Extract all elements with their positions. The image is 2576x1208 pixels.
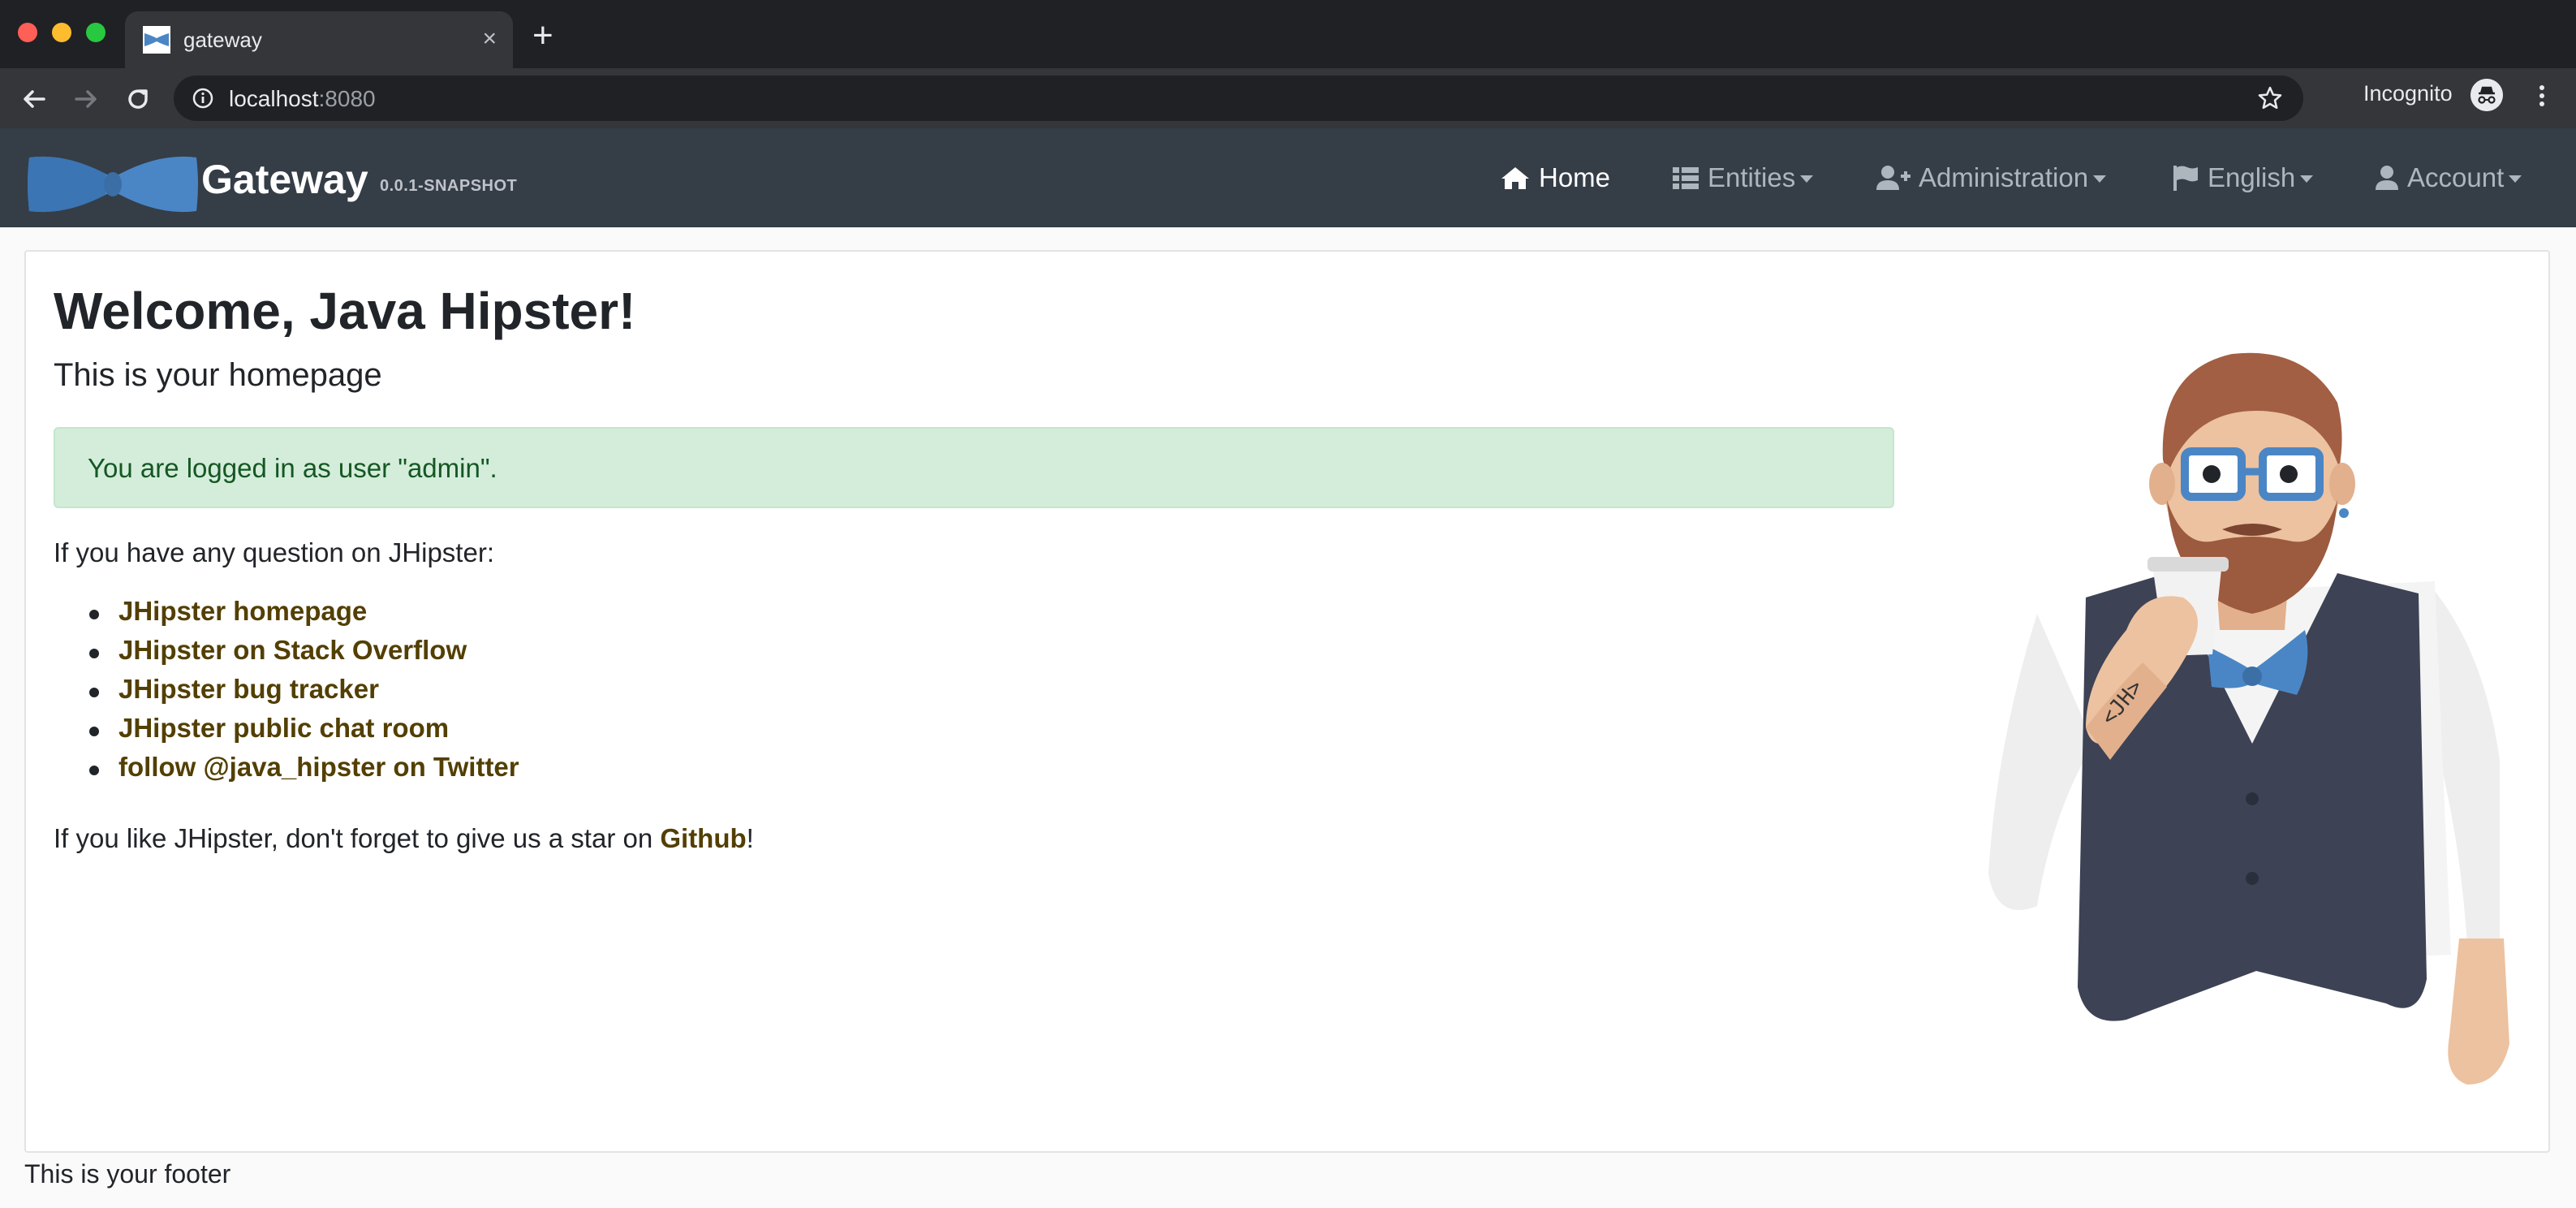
nav-language-label: English xyxy=(2208,162,2296,192)
window-close-button[interactable] xyxy=(18,23,37,42)
bowtie-logo-icon[interactable] xyxy=(24,146,201,222)
page-title: Welcome, Java Hipster! xyxy=(54,282,636,340)
github-star-text: If you like JHipster, don't forget to gi… xyxy=(54,823,754,854)
forward-arrow-icon[interactable] xyxy=(70,83,102,115)
user-plus-icon xyxy=(1876,166,1910,190)
th-list-icon xyxy=(1673,167,1699,189)
browser-toolbar: localhost:8080 xyxy=(0,68,2576,128)
url-port: :8080 xyxy=(318,86,376,111)
tab-title: gateway xyxy=(183,28,262,52)
login-alert: You are logged in as user "admin". xyxy=(54,427,1894,508)
browser-tabstrip: gateway × + xyxy=(0,0,2576,68)
back-arrow-icon[interactable] xyxy=(18,83,50,115)
chevron-down-icon xyxy=(2300,175,2314,183)
window-minimize-button[interactable] xyxy=(52,23,71,42)
login-alert-text: You are logged in as user "admin". xyxy=(88,453,498,483)
incognito-label: Incognito xyxy=(2363,81,2453,106)
home-icon xyxy=(1501,167,1529,189)
browser-tab[interactable]: gateway × xyxy=(125,11,513,68)
page-subtitle: This is your homepage xyxy=(54,357,382,393)
nav-account[interactable]: Account xyxy=(2375,159,2522,196)
nav-entities[interactable]: Entities xyxy=(1672,159,1814,196)
link-jhipster-homepage[interactable]: JHipster homepage xyxy=(54,596,519,635)
nav-administration[interactable]: Administration xyxy=(1876,159,2107,196)
nav-administration-label: Administration xyxy=(1919,162,2089,192)
bookmark-star-icon[interactable] xyxy=(2256,84,2284,112)
nav-account-label: Account xyxy=(2407,162,2505,192)
link-bug-tracker[interactable]: JHipster bug tracker xyxy=(54,674,519,713)
incognito-icon[interactable] xyxy=(2470,79,2503,111)
tab-close-icon[interactable]: × xyxy=(482,26,497,52)
link-twitter[interactable]: follow @java_hipster on Twitter xyxy=(54,752,519,791)
new-tab-button[interactable]: + xyxy=(532,16,554,55)
bowtie-favicon-icon xyxy=(143,26,170,54)
browser-menu-icon[interactable] xyxy=(2532,81,2552,110)
reload-icon[interactable] xyxy=(122,83,154,115)
link-chat-room[interactable]: JHipster public chat room xyxy=(54,713,519,752)
info-icon[interactable] xyxy=(192,87,214,110)
flag-icon xyxy=(2173,166,2198,191)
user-icon xyxy=(2376,166,2398,190)
brand-version: 0.0.1-SNAPSHOT xyxy=(380,177,518,195)
question-text: If you have any question on JHipster: xyxy=(54,537,494,567)
chevron-down-icon xyxy=(2093,175,2107,183)
hipster-mascot-illustration: <JH> xyxy=(1988,352,2509,1085)
app-navbar: Gateway 0.0.1-SNAPSHOT Home Entities Adm… xyxy=(0,128,2576,227)
chevron-down-icon xyxy=(1800,175,1814,183)
home-card: Welcome, Java Hipster! This is your home… xyxy=(24,250,2550,1153)
nav-home-label: Home xyxy=(1539,162,1611,192)
brand-title[interactable]: Gateway xyxy=(201,156,368,203)
link-stack-overflow[interactable]: JHipster on Stack Overflow xyxy=(54,635,519,674)
github-star-prefix: If you like JHipster, don't forget to gi… xyxy=(54,823,661,853)
nav-entities-label: Entities xyxy=(1708,162,1796,192)
chevron-down-icon xyxy=(2509,175,2522,183)
address-bar[interactable]: localhost:8080 xyxy=(174,76,2303,121)
url-text: localhost:8080 xyxy=(229,86,376,112)
footer-text: This is your footer xyxy=(24,1159,231,1189)
nav-home[interactable]: Home xyxy=(1500,159,1610,196)
github-link[interactable]: Github xyxy=(660,823,746,853)
nav-language[interactable]: English xyxy=(2172,159,2314,196)
url-host: localhost xyxy=(229,86,319,111)
github-star-suffix: ! xyxy=(746,823,754,853)
window-zoom-button[interactable] xyxy=(86,23,106,42)
help-links-list: JHipster homepage JHipster on Stack Over… xyxy=(54,596,519,791)
